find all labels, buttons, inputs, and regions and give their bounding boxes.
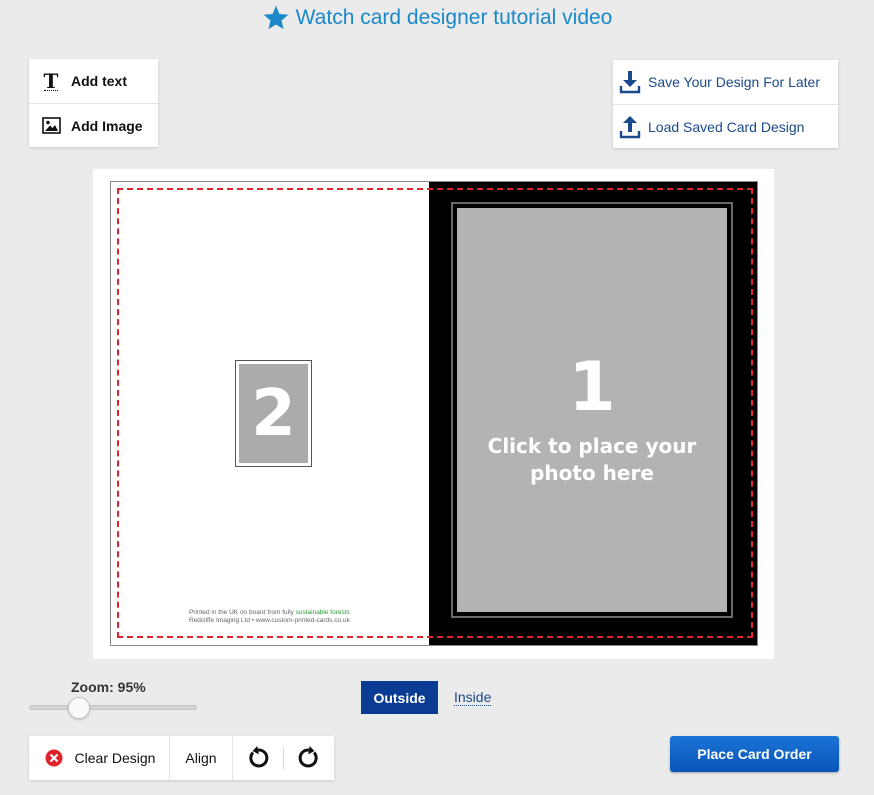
upload-icon bbox=[619, 115, 641, 138]
zoom-slider-handle[interactable] bbox=[68, 697, 90, 719]
save-load-panel: Save Your Design For Later Load Saved Ca… bbox=[613, 60, 838, 148]
rotate-right-icon bbox=[298, 746, 318, 768]
card-canvas: 2 Printed in the UK on board from fully … bbox=[93, 169, 774, 659]
tool-panel: T Add text Add Image bbox=[29, 59, 158, 147]
tutorial-link-label: Watch card designer tutorial video bbox=[295, 6, 613, 29]
printer-imprint: Printed in the UK on board from fully su… bbox=[189, 609, 389, 625]
star-icon bbox=[263, 5, 288, 30]
save-design-button[interactable]: Save Your Design For Later bbox=[613, 60, 838, 104]
add-image-label: Add Image bbox=[71, 117, 143, 134]
load-design-button[interactable]: Load Saved Card Design bbox=[613, 104, 838, 148]
download-icon bbox=[619, 71, 641, 94]
back-photo-slot-number: 2 bbox=[239, 364, 308, 463]
card-back-panel: 2 Printed in the UK on board from fully … bbox=[111, 182, 429, 645]
rotate-right-button[interactable] bbox=[284, 736, 334, 780]
align-button[interactable]: Align bbox=[169, 736, 233, 780]
clear-icon bbox=[45, 749, 63, 767]
imprint-highlight: sustainable forests bbox=[295, 609, 350, 616]
zoom-label: Zoom: 95% bbox=[71, 679, 146, 695]
back-photo-slot[interactable]: 2 bbox=[235, 360, 312, 467]
imprint-prefix: Printed in the UK on board from fully bbox=[189, 609, 296, 616]
load-design-label: Load Saved Card Design bbox=[648, 118, 805, 135]
rotate-left-button[interactable] bbox=[233, 736, 283, 780]
image-icon bbox=[41, 115, 61, 137]
card-preview: 2 Printed in the UK on board from fully … bbox=[110, 181, 758, 646]
zoom-slider[interactable] bbox=[29, 697, 197, 719]
rotate-left-icon bbox=[249, 746, 269, 768]
tutorial-video-link[interactable]: Watch card designer tutorial video bbox=[0, 4, 874, 32]
add-image-button[interactable]: Add Image bbox=[29, 103, 158, 147]
zoom-slider-track bbox=[29, 705, 197, 710]
front-photo-slot-number: 1 bbox=[568, 348, 616, 427]
save-design-label: Save Your Design For Later bbox=[648, 74, 820, 90]
card-front-panel: 1 Click to place your photo here bbox=[429, 182, 757, 645]
clear-design-label: Clear Design bbox=[74, 750, 156, 766]
front-photo-slot-caption: Click to place your photo here bbox=[487, 434, 697, 485]
tab-inside[interactable]: Inside bbox=[454, 689, 492, 706]
add-text-label: Add text bbox=[71, 73, 127, 89]
place-order-button[interactable]: Place Card Order bbox=[670, 736, 839, 772]
front-photo-slot[interactable]: 1 Click to place your photo here bbox=[451, 202, 733, 618]
add-text-button[interactable]: T Add text bbox=[29, 59, 158, 103]
text-icon: T bbox=[43, 68, 59, 93]
card-side-tabs: Outside Inside bbox=[361, 681, 492, 714]
tab-outside[interactable]: Outside bbox=[361, 681, 438, 714]
imprint-company: Redcliffe Imaging Ltd • www.custom-print… bbox=[189, 617, 350, 624]
bottom-toolbar: Clear Design Align bbox=[29, 736, 334, 780]
clear-design-button[interactable]: Clear Design bbox=[29, 736, 169, 780]
